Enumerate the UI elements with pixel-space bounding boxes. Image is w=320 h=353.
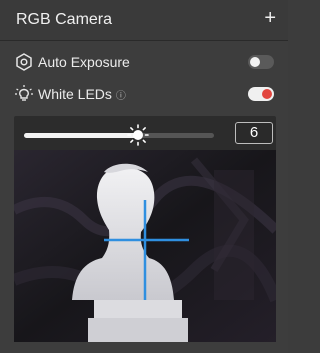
white-leds-label-text: White LEDs — [38, 86, 112, 102]
auto-exposure-row: Auto Exposure — [14, 50, 278, 74]
info-icon[interactable]: ⓘ — [116, 91, 126, 102]
toggle-knob — [250, 57, 260, 67]
white-leds-toggle[interactable] — [248, 87, 274, 101]
brightness-value-input[interactable]: 6 — [235, 122, 273, 144]
rgb-camera-panel: RGB Camera + Auto Exposure White LEDs ⓘ — [0, 0, 288, 353]
exposure-icon — [16, 53, 32, 71]
panel-header: RGB Camera + — [0, 0, 288, 41]
lightbulb-icon — [15, 85, 33, 101]
camera-image — [14, 150, 276, 342]
camera-video-feed — [14, 150, 276, 342]
brightness-slider[interactable] — [24, 124, 214, 146]
auto-exposure-toggle[interactable] — [248, 55, 274, 69]
plus-icon[interactable]: + — [264, 8, 276, 28]
toggle-knob — [262, 89, 272, 99]
sun-icon[interactable] — [127, 124, 149, 146]
white-leds-label: White LEDs ⓘ — [38, 86, 126, 102]
camera-preview-box: 6 — [14, 116, 276, 342]
auto-exposure-label: Auto Exposure — [38, 54, 130, 70]
panel-title: RGB Camera — [16, 11, 113, 28]
white-leds-row: White LEDs ⓘ — [14, 82, 278, 106]
slider-fill — [24, 133, 138, 138]
